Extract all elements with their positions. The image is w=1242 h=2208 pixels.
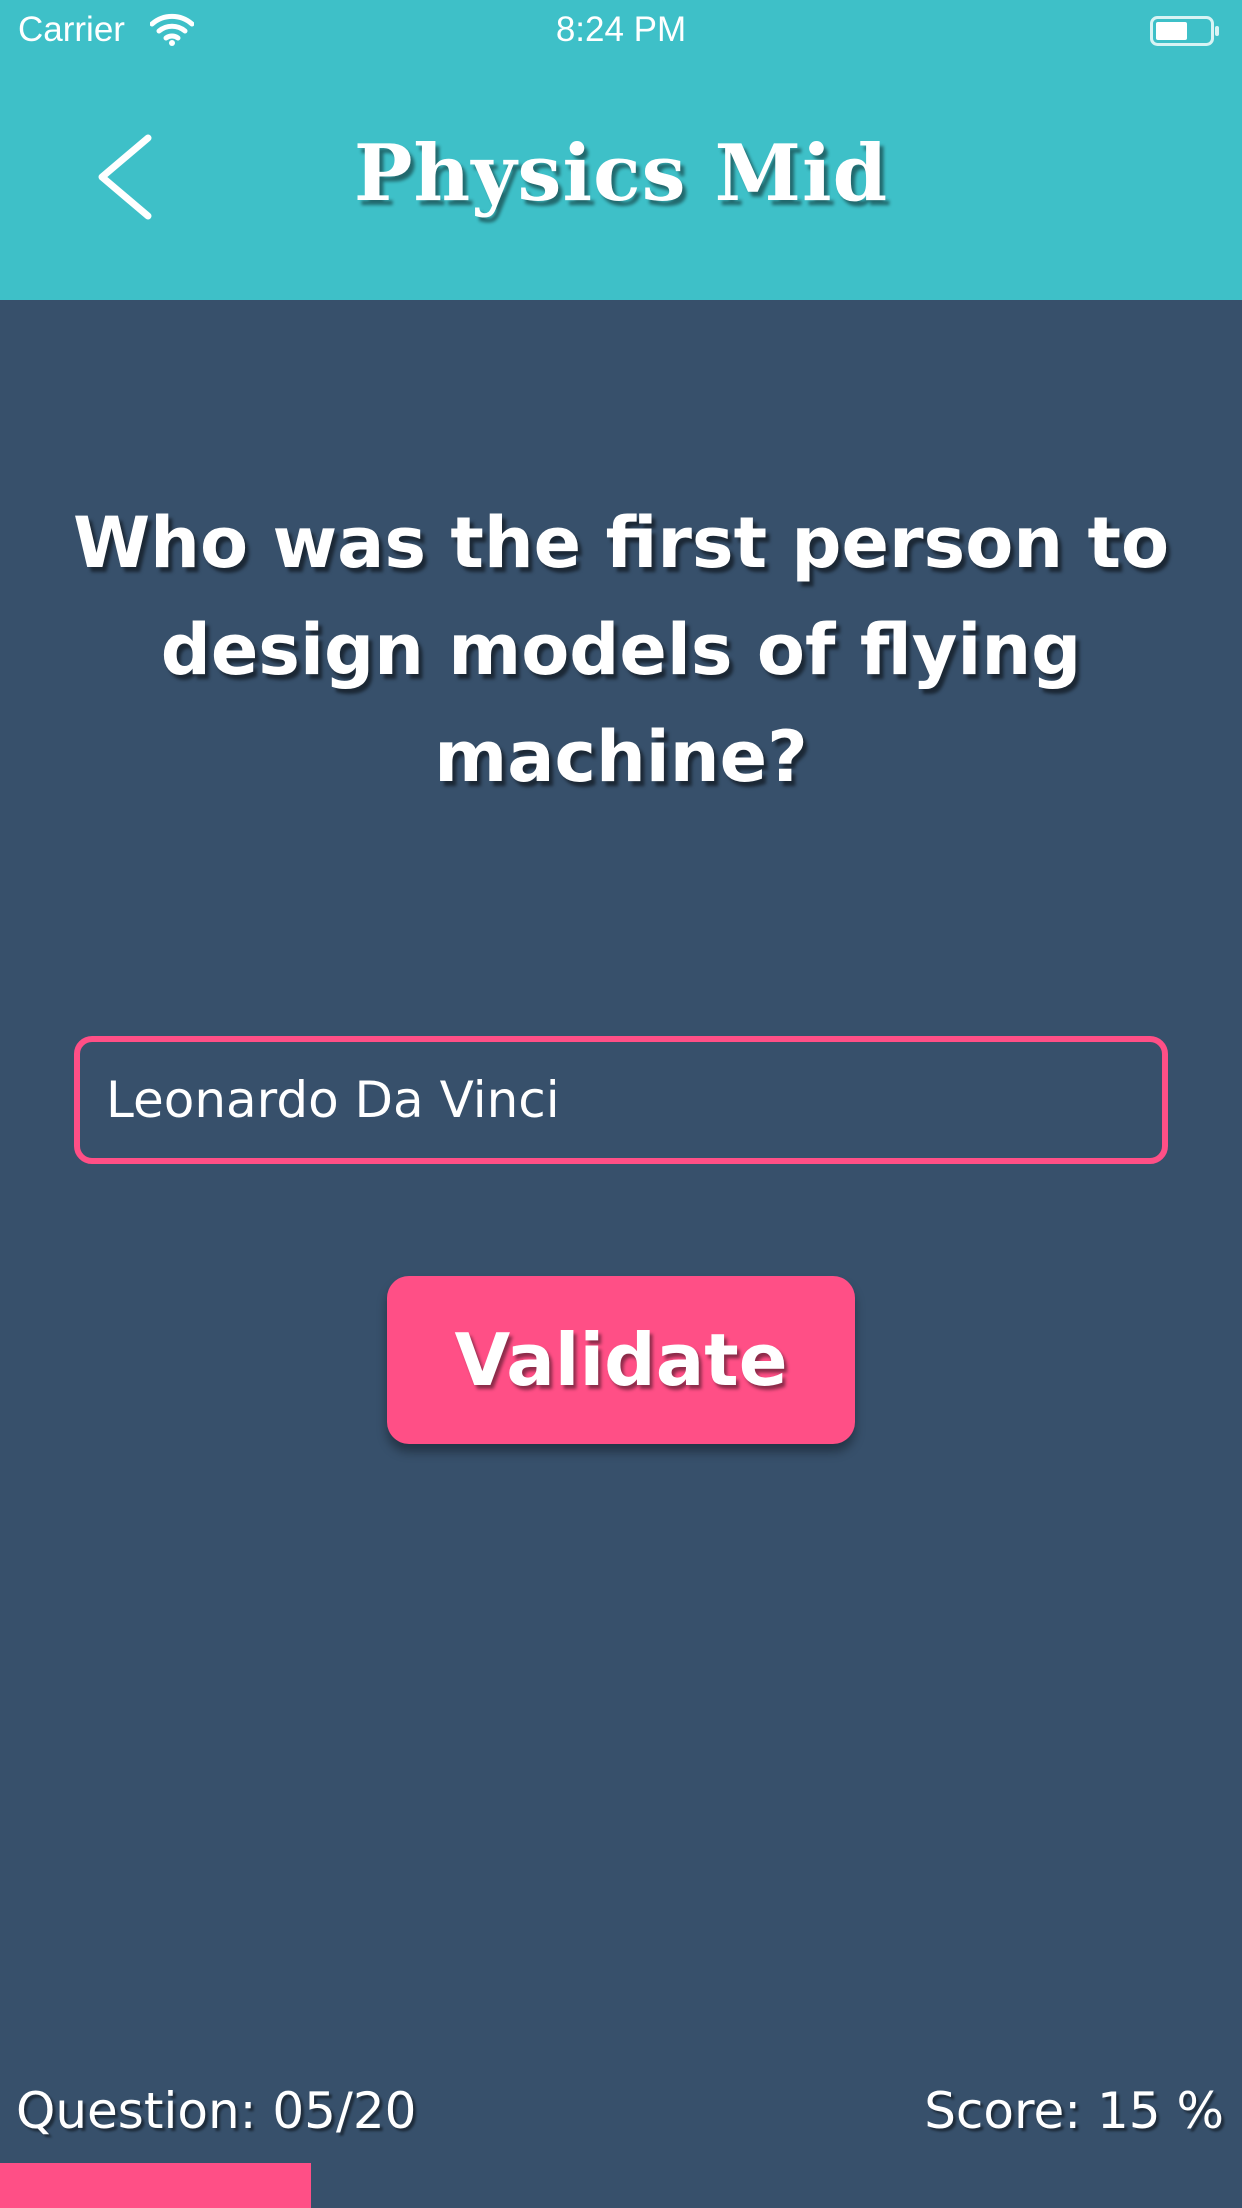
score-label: Score: 15 % xyxy=(924,2082,1224,2140)
progress-fill xyxy=(0,2163,311,2208)
question-counter: Question: 05/20 xyxy=(16,2082,417,2140)
answer-input[interactable] xyxy=(74,1036,1168,1164)
page-title: Physics Mid xyxy=(353,128,889,219)
status-time: 8:24 PM xyxy=(555,10,687,49)
battery-icon xyxy=(1150,16,1219,46)
navigation-bar: Physics Mid xyxy=(0,62,1242,300)
progress-bar xyxy=(0,2163,1242,2208)
question-text: Who was the first person to design model… xyxy=(72,502,1170,798)
status-bar: Carrier 8:24 PM xyxy=(0,0,1242,62)
validate-button[interactable]: Validate xyxy=(387,1276,855,1444)
